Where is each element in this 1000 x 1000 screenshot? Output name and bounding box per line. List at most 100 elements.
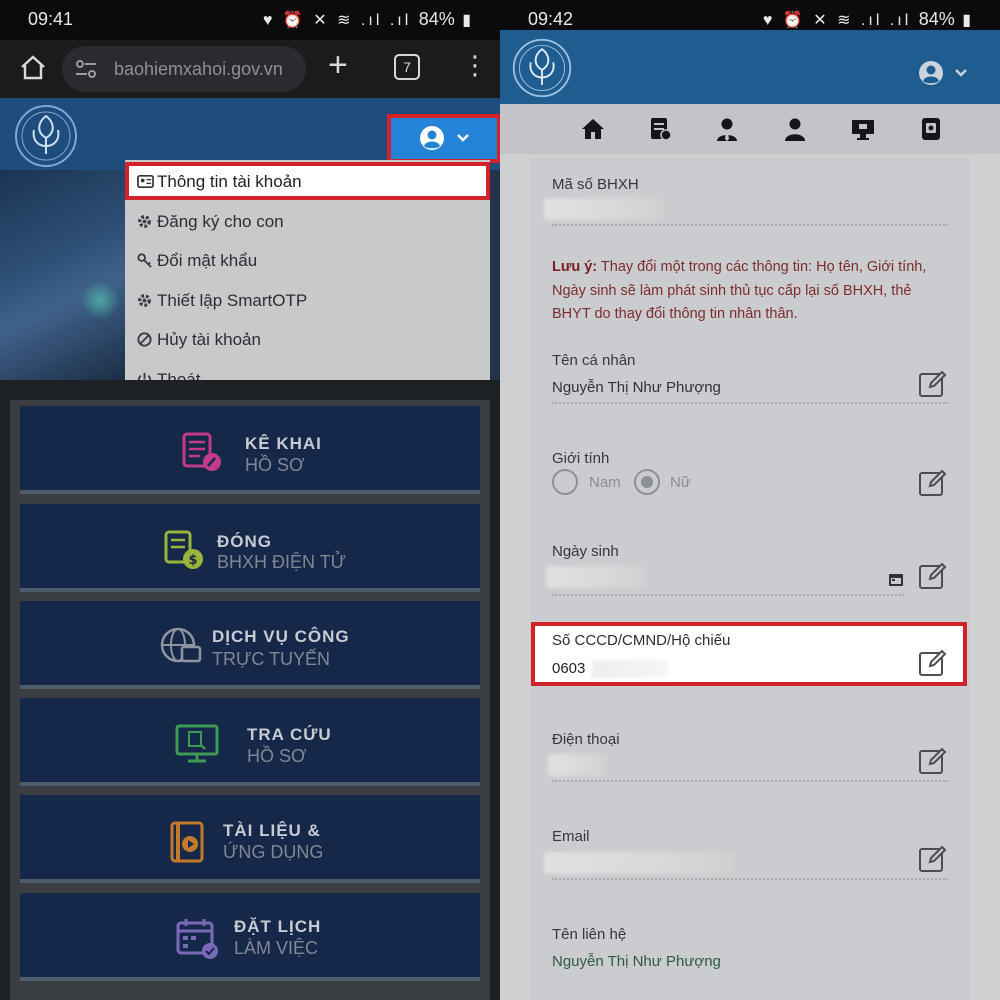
tile-documents-apps[interactable]: TÀI LIỆU & ỨNG DỤNG [20,795,480,883]
site-settings-icon[interactable] [74,58,98,80]
left-screenshot: 09:41 ♥ ⏰ ✕ ≋ .ıl .ıl 84% ▮ baohiemxahoi… [0,0,500,1000]
status-icons: ♥ ⏰ ✕ ≋ .ıl .ıl 84% ▮ [762,9,974,29]
tile-online-public-service[interactable]: DỊCH VỤ CÔNG TRỰC TUYẾN [20,601,480,689]
tile-title: TRA CỨU [247,725,332,744]
phone-label: Điện thoại [552,731,620,748]
tile-pay-bhxh[interactable]: $ ĐÓNG BHXH ĐIỆN TỬ [20,504,480,592]
edit-name-button[interactable] [918,369,948,399]
menu-item-label: Đổi mật khẩu [157,251,258,270]
tab-switcher-button[interactable]: 7 [394,54,420,80]
phone-redacted [548,754,608,776]
note-text: Thay đổi một trong các thông tin: Họ tên… [552,259,927,322]
tile-title: TÀI LIỆU & [223,821,321,840]
payment-icon: $ [164,530,203,569]
ban-icon [137,332,152,347]
note-prefix: Lưu ý: [552,259,598,275]
field-divider [552,402,948,404]
account-dropdown-menu: Thông tin tài khoản Đăng ký cho con Đổi … [125,160,490,400]
user-menu-button[interactable] [387,114,500,163]
user-icon[interactable] [782,116,808,142]
monitor-search-icon [175,724,219,763]
calendar-icon [176,919,218,959]
document-play-icon [170,821,204,863]
tile-declare-records[interactable]: KÊ KHAI HỒ SƠ [20,406,480,494]
hero-banner [0,170,130,380]
svg-text:$: $ [188,553,197,568]
right-screenshot: 09:42 ♥ ⏰ ✕ ≋ .ıl .ıl 84% ▮ Mã số BHXH L… [500,0,1000,1000]
device-icon[interactable] [918,116,944,142]
hero-banner-edge [490,170,500,380]
tile-title: ĐẶT LỊCH [234,917,322,936]
gender-label: Giới tính [552,450,610,467]
field-divider [552,594,904,596]
tile-schedule-appointment[interactable]: ĐẶT LỊCH LÀM VIỆC [20,893,480,981]
bhxh-number-label: Mã số BHXH [552,176,639,193]
edit-phone-button[interactable] [918,746,948,776]
email-label: Email [552,828,590,845]
more-menu-icon[interactable]: ⋮ [462,50,488,80]
user-avatar-icon [420,126,444,150]
menu-item-label: Thiết lập SmartOTP [157,291,308,310]
menu-item-register-child[interactable]: Đăng ký cho con [125,202,490,240]
menu-item-cancel-account[interactable]: Hủy tài khoản [125,320,490,358]
id-number-value: 0603 [552,660,586,677]
gear-icon [138,215,151,228]
full-name-label: Tên cá nhân [552,352,636,369]
dob-label: Ngày sinh [552,543,619,560]
declare-form-icon [182,432,221,471]
gear-icon [138,294,151,307]
browser-toolbar: baohiemxahoi.gov.vn + 7 ⋮ [0,40,500,98]
tile-title: KÊ KHAI [245,434,322,453]
full-name-value: Nguyễn Thị Như Phượng [552,379,721,396]
tile-subtitle: BHXH ĐIỆN TỬ [217,552,347,572]
email-redacted [544,852,734,874]
dob-redacted [546,566,646,588]
status-time: 09:41 [28,9,74,29]
id-number-redacted [592,660,668,678]
gender-male-label: Nam [589,474,621,491]
edit-dob-button[interactable] [918,561,948,591]
tile-lookup-records[interactable]: TRA CỨU HỒ SƠ [20,698,480,786]
menu-item-label: Đăng ký cho con [157,212,284,231]
battery-level: 84% [418,9,455,29]
chevron-down-icon[interactable] [953,65,969,81]
bhxh-logo[interactable] [510,36,574,100]
tile-title: ĐÓNG [217,532,272,551]
tile-subtitle: ỨNG DỤNG [223,842,324,862]
gender-female-radio[interactable] [634,469,660,495]
field-divider [552,878,948,880]
url-text: baohiemxahoi.gov.vn [114,59,283,79]
menu-item-label: Thông tin tài khoản [157,172,302,191]
edit-email-button[interactable] [918,844,948,874]
battery-level: 84% [918,9,955,29]
address-bar[interactable]: baohiemxahoi.gov.vn [62,46,306,92]
gender-male-radio[interactable] [552,469,578,495]
user-tie-icon[interactable] [714,116,740,142]
calendar-icon[interactable] [888,571,904,587]
menu-item-smartotp[interactable]: Thiết lập SmartOTP [125,281,490,319]
home-icon[interactable] [580,116,606,142]
edit-id-number-button[interactable] [918,648,948,678]
change-warning-note: Lưu ý: Thay đổi một trong các thông tin:… [552,256,948,327]
menu-item-change-password[interactable]: Đổi mật khẩu [125,241,490,279]
status-icons: ♥ ⏰ ✕ ≋ .ıl .ıl 84% ▮ [262,9,474,29]
key-icon [137,253,152,268]
contact-name-label: Tên liên hệ [552,926,627,943]
user-avatar-icon[interactable] [918,60,944,86]
new-tab-icon[interactable]: + [328,48,348,82]
menu-item-account-info[interactable]: Thông tin tài khoản [125,162,490,200]
document-list-icon[interactable] [647,116,673,142]
desktop-icon[interactable] [850,116,876,142]
gender-female-label: Nữ [670,474,691,491]
tile-subtitle: LÀM VIỆC [234,938,319,958]
id-card-icon [137,174,154,189]
status-time: 09:42 [528,9,574,29]
tile-subtitle: HỒ SƠ [247,746,307,766]
home-icon[interactable] [18,52,48,82]
tile-title: DỊCH VỤ CÔNG [212,627,350,646]
edit-gender-button[interactable] [918,468,948,498]
status-bar: 09:41 ♥ ⏰ ✕ ≋ .ıl .ıl 84% ▮ [0,0,500,40]
tile-subtitle: HỒ SƠ [245,455,305,475]
bhxh-logo[interactable] [12,102,80,170]
field-divider [552,224,948,226]
